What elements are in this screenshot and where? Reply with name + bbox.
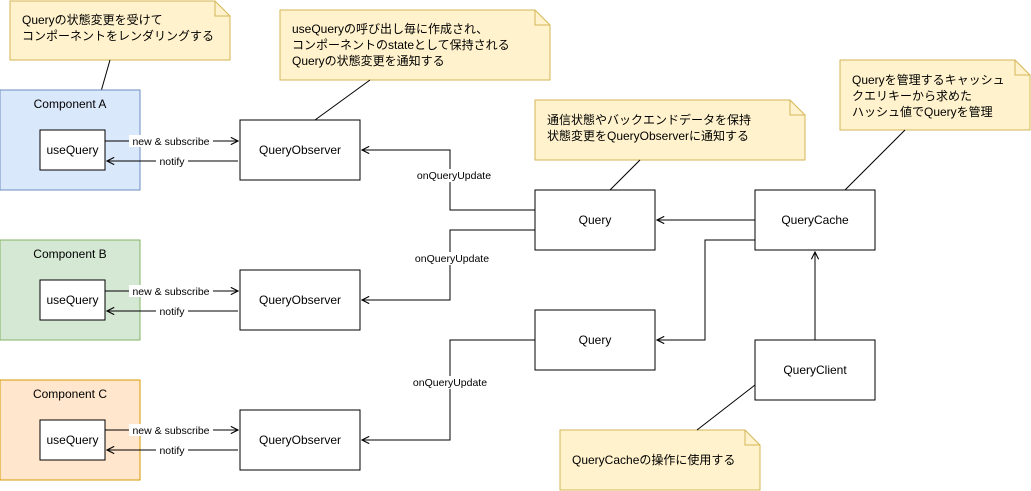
query-cache: QueryCache bbox=[754, 189, 876, 251]
note-query-line-2: 状態変更をQueryObserverに通知する bbox=[547, 128, 749, 143]
note-hook: Queryの状態変更を受けて コンポーネントをレンダリングする bbox=[9, 0, 231, 61]
note-observer: useQueryの呼び出し毎に作成され、 コンポーネントのstateとして保持さ… bbox=[279, 9, 551, 81]
query-observer-c-label: QueryObserver bbox=[259, 433, 341, 447]
edges-query-observer bbox=[362, 150, 535, 440]
query-1-label: Query bbox=[579, 213, 612, 227]
edge-notify-a-label: notify bbox=[159, 156, 185, 168]
edge-update-b-label: onQueryUpdate bbox=[415, 253, 489, 265]
note-observer-line-2: コンポーネントのstateとして保持される bbox=[292, 37, 510, 52]
component-a-title: Component A bbox=[34, 97, 107, 111]
use-query-c: useQuery bbox=[39, 419, 106, 461]
note-client: QueryCacheの操作に使用する bbox=[559, 429, 761, 491]
connector-cache-note bbox=[844, 129, 906, 191]
edge-update-a-label: onQueryUpdate bbox=[417, 170, 491, 182]
query-1: Query bbox=[534, 189, 656, 251]
note-client-line-1: QueryCacheの操作に使用する bbox=[572, 452, 735, 467]
edge-subscribe-c-label: new & subscribe bbox=[132, 425, 209, 437]
note-observer-line-3: Queryの状態変更を通知する bbox=[292, 53, 445, 68]
query-client-label: QueryClient bbox=[783, 363, 847, 377]
query-client: QueryClient bbox=[754, 339, 876, 401]
note-cache: Queryを管理するキャッシュ クエリキーから求めた ハッシュ値でQueryを管… bbox=[839, 59, 1031, 131]
use-query-a: useQuery bbox=[39, 129, 106, 171]
query-cache-label: QueryCache bbox=[781, 213, 849, 227]
note-hook-line-1: Queryの状態変更を受けて bbox=[22, 12, 163, 27]
use-query-a-label: useQuery bbox=[46, 143, 98, 157]
edge-update-c-label: onQueryUpdate bbox=[413, 377, 487, 389]
component-c-title: Component C bbox=[33, 387, 107, 401]
query-2: Query bbox=[534, 309, 656, 371]
note-query: 通信状態やバックエンドデータを保持 状態変更をQueryObserverに通知す… bbox=[534, 99, 806, 161]
query-observer-a-label: QueryObserver bbox=[259, 143, 341, 157]
use-query-b: useQuery bbox=[39, 279, 106, 321]
connector-query-note bbox=[609, 159, 641, 191]
edge-notify-b-label: notify bbox=[159, 306, 185, 318]
connector-observer-note bbox=[314, 79, 371, 121]
component-b-title: Component B bbox=[33, 247, 106, 261]
note-cache-line-1: Queryを管理するキャッシュ bbox=[852, 72, 1005, 87]
note-hook-line-2: コンポーネントをレンダリングする bbox=[22, 28, 214, 43]
query-2-label: Query bbox=[579, 333, 612, 347]
note-query-line-1: 通信状態やバックエンドデータを保持 bbox=[547, 112, 751, 127]
edge-subscribe-b-label: new & subscribe bbox=[132, 286, 209, 298]
edge-notify-c-label: notify bbox=[159, 445, 185, 457]
connector-client-note bbox=[696, 384, 756, 431]
architecture-diagram: Queryの状態変更を受けて コンポーネントをレンダリングする useQuery… bbox=[0, 0, 1031, 491]
note-observer-line-1: useQueryの呼び出し毎に作成され、 bbox=[292, 21, 488, 36]
edge-cache-query-2 bbox=[657, 239, 755, 340]
note-cache-line-2: クエリキーから求めた bbox=[852, 89, 972, 103]
query-observer-c: QueryObserver bbox=[239, 409, 361, 471]
edge-labels-update: onQueryUpdate onQueryUpdate onQueryUpdat… bbox=[410, 169, 494, 389]
use-query-b-label: useQuery bbox=[46, 293, 98, 307]
edge-update-c bbox=[362, 339, 535, 440]
query-observer-b-label: QueryObserver bbox=[259, 293, 341, 307]
note-cache-line-3: ハッシュ値でQueryを管理 bbox=[852, 104, 993, 119]
query-observer-a: QueryObserver bbox=[239, 119, 361, 181]
use-query-c-label: useQuery bbox=[46, 433, 98, 447]
edge-labels-hook-observer: new & subscribe notify new & subscribe n… bbox=[129, 135, 213, 457]
query-observer-b: QueryObserver bbox=[239, 269, 361, 331]
edge-subscribe-a-label: new & subscribe bbox=[132, 136, 209, 148]
